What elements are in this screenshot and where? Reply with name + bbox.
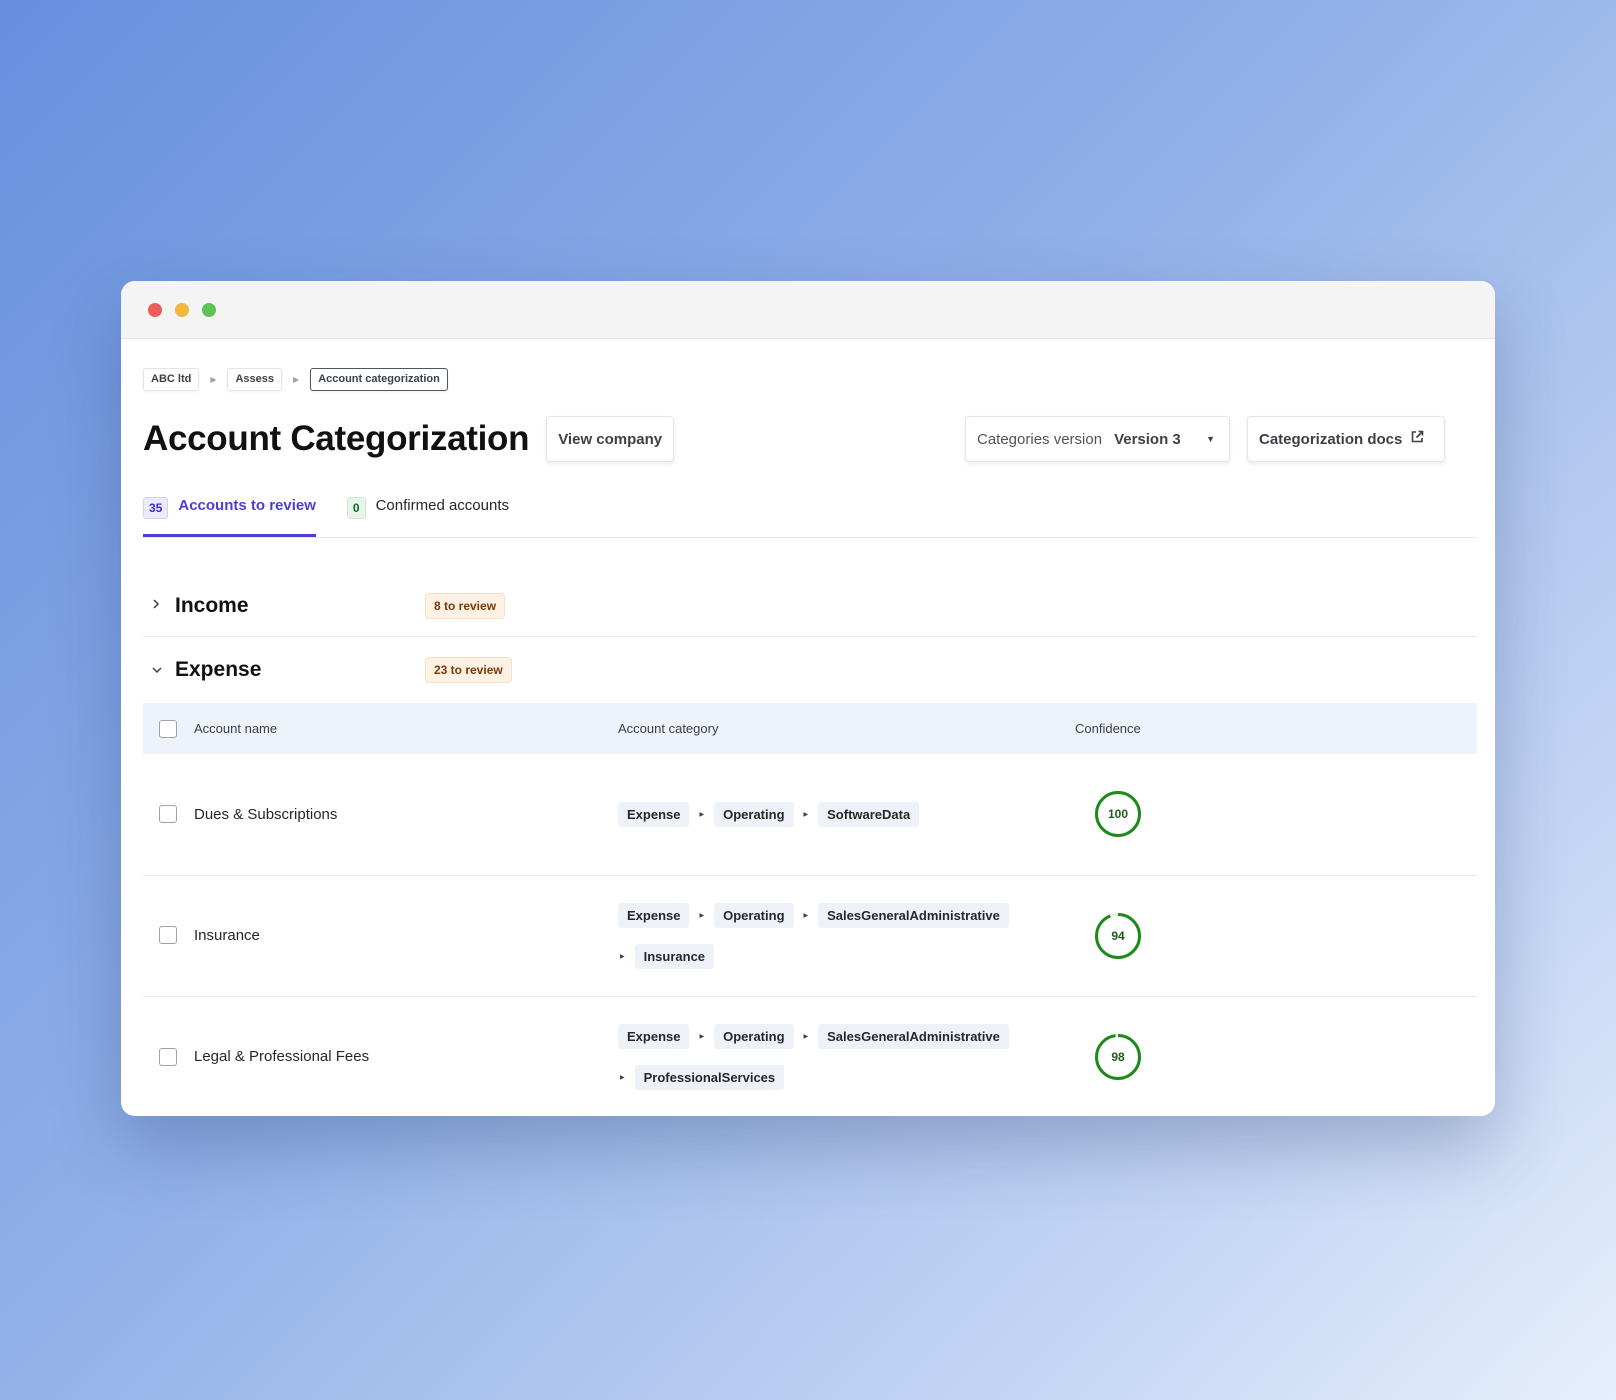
confidence-value: 100 <box>1107 807 1129 822</box>
breadcrumb-item-current: Account categorization <box>310 367 448 391</box>
account-name: Insurance <box>193 875 617 997</box>
category-chip: SalesGeneralAdministrative <box>818 1023 1009 1049</box>
version-label: Categories version <box>977 430 1103 448</box>
income-title: Income <box>175 593 249 617</box>
categorization-docs-button[interactable]: Categorization docs <box>1247 416 1445 462</box>
table-header-row: Account name Account category Confidence <box>143 703 1477 754</box>
category-chip: Expense <box>618 1023 690 1049</box>
categories-version-select[interactable]: Categories version Version 3 ▼ <box>965 416 1230 462</box>
category-chip: Operating <box>714 801 794 827</box>
category-path: Expense ▶ Operating ▶ SalesGeneralAdmini… <box>618 902 1073 969</box>
version-value: Version 3 <box>1114 430 1181 448</box>
account-name: Dues & Subscriptions <box>193 754 617 876</box>
caret-right-icon: ▶ <box>803 811 809 818</box>
chevron-right-icon: ▶ <box>210 374 217 384</box>
category-chip: ProfessionalServices <box>634 1064 785 1090</box>
account-tabs: 35 Accounts to review 0 Confirmed accoun… <box>143 497 1477 538</box>
confidence-ring: 100 <box>1094 790 1142 838</box>
chevron-right-icon: ▶ <box>293 374 300 384</box>
category-chip: Expense <box>618 902 690 928</box>
category-chip: Insurance <box>634 943 715 969</box>
category-chip: Operating <box>714 902 794 928</box>
row-checkbox[interactable] <box>159 805 177 824</box>
caret-right-icon: ▶ <box>699 811 705 818</box>
category-chip: SalesGeneralAdministrative <box>818 902 1009 928</box>
zoom-window-button[interactable] <box>202 302 216 317</box>
tab-accounts-to-review[interactable]: 35 Accounts to review <box>143 497 316 537</box>
row-checkbox[interactable] <box>159 1047 177 1066</box>
row-checkbox[interactable] <box>159 926 177 945</box>
page-title: Account Categorization <box>143 419 530 458</box>
confidence-ring: 94 <box>1094 912 1142 960</box>
expense-title: Expense <box>175 658 262 681</box>
confidence-ring: 98 <box>1094 1033 1142 1081</box>
expense-group-header[interactable]: Expense 23 to review <box>143 637 1477 703</box>
tab-confirmed-accounts[interactable]: 0 Confirmed accounts <box>346 497 509 537</box>
confidence-value: 98 <box>1111 1049 1125 1064</box>
category-path: Expense ▶ Operating ▶ SoftwareData <box>618 801 1073 827</box>
breadcrumb-item-company[interactable]: ABC ltd <box>143 367 200 391</box>
chevron-down-icon[interactable] <box>143 663 175 678</box>
account-name: Legal & Professional Fees <box>194 1048 370 1066</box>
minimize-window-button[interactable] <box>175 302 189 317</box>
category-chip: Expense <box>618 801 690 827</box>
table-row[interactable]: Insurance Expense ▶ Operating ▶ SalesGen… <box>143 875 1477 997</box>
category-chip: Operating <box>714 1023 794 1049</box>
caret-right-icon: ▶ <box>699 912 705 919</box>
docs-label: Categorization docs <box>1259 430 1403 448</box>
caret-right-icon: ▶ <box>620 953 625 960</box>
caret-down-icon: ▼ <box>1206 434 1215 444</box>
tab-count-badge: 0 <box>346 497 366 519</box>
tab-count-badge: 35 <box>143 497 169 519</box>
category-chip: SoftwareData <box>818 801 920 827</box>
category-path: Expense ▶ Operating ▶ SalesGeneralAdmini… <box>618 1023 1073 1090</box>
page-content: ABC ltd ▶ Assess ▶ Account categorizatio… <box>121 367 1495 1116</box>
caret-right-icon: ▶ <box>803 912 809 919</box>
breadcrumb-item-assess[interactable]: Assess <box>227 367 283 391</box>
header-controls: Categories version Version 3 ▼ Categoriz… <box>965 416 1445 462</box>
table-row[interactable]: Dues & Subscriptions Expense ▶ Operating… <box>143 754 1477 876</box>
income-group-header[interactable]: Income 8 to review <box>143 575 1477 637</box>
table-row[interactable]: Legal & Professional Fees Expense ▶ Oper… <box>143 996 1477 1116</box>
close-window-button[interactable] <box>148 302 162 317</box>
select-all-checkbox[interactable] <box>159 719 177 738</box>
window-titlebar <box>121 281 1495 339</box>
breadcrumb: ABC ltd ▶ Assess ▶ Account categorizatio… <box>143 367 1475 391</box>
column-header-account-category: Account category <box>618 721 719 736</box>
expense-accounts-table: Account name Account category Confidence… <box>143 703 1477 1116</box>
caret-right-icon: ▶ <box>803 1033 809 1040</box>
expense-review-badge: 23 to review <box>425 657 512 683</box>
app-window: ABC ltd ▶ Assess ▶ Account categorizatio… <box>121 281 1495 1116</box>
external-link-icon <box>1410 430 1424 448</box>
view-company-button[interactable]: View company <box>546 416 675 462</box>
column-header-confidence: Confidence <box>1075 721 1141 736</box>
confidence-value: 94 <box>1111 928 1125 943</box>
income-review-badge: 8 to review <box>425 592 506 619</box>
caret-right-icon: ▶ <box>699 1033 705 1040</box>
caret-right-icon: ▶ <box>620 1074 625 1081</box>
page-header: Account Categorization View company Cate… <box>143 414 1475 464</box>
chevron-right-icon[interactable] <box>143 598 175 613</box>
column-header-account-name: Account name <box>194 721 278 736</box>
tab-label: Confirmed accounts <box>375 497 509 514</box>
tab-label: Accounts to review <box>178 497 316 514</box>
